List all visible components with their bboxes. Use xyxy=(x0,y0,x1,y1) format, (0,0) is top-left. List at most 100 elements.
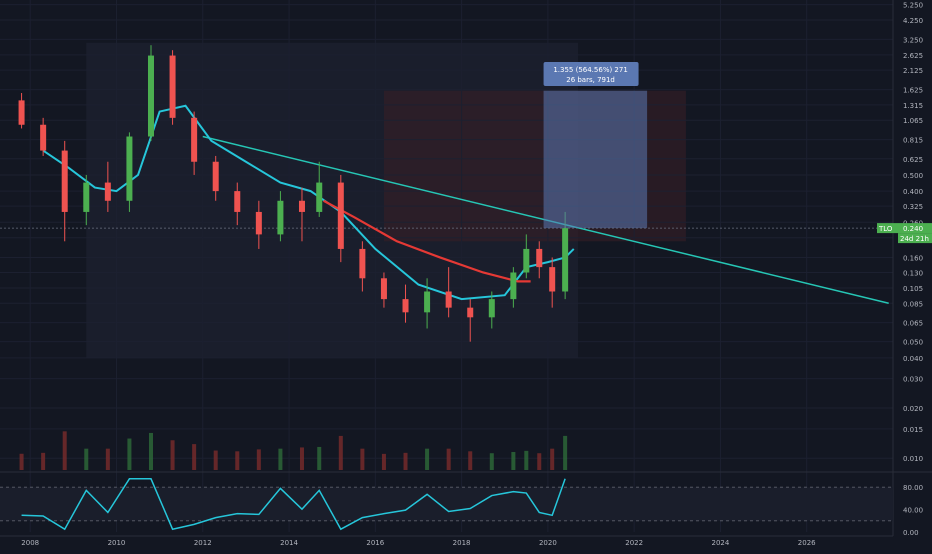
time-tick-label: 2012 xyxy=(194,539,212,547)
volume-bar xyxy=(256,449,261,470)
candle-body xyxy=(255,211,262,235)
price-tick-label: 0.015 xyxy=(903,426,923,434)
volume-bar xyxy=(235,451,240,470)
price-tick-label: 0.325 xyxy=(903,203,923,211)
oscillator-tick-label: 0.00 xyxy=(903,529,919,537)
candle-body xyxy=(380,278,387,300)
price-tick-label: 0.050 xyxy=(903,339,923,347)
price-tick-label: 0.085 xyxy=(903,300,923,308)
price-tick-label: 1.315 xyxy=(903,102,923,110)
volume-bar xyxy=(511,452,516,470)
candle-body xyxy=(147,55,154,137)
candle-body xyxy=(104,182,111,201)
candle-body xyxy=(40,124,47,151)
candle-body xyxy=(126,136,133,201)
volume-bar xyxy=(468,451,473,470)
volume-bar xyxy=(105,448,110,470)
candle-body xyxy=(234,191,241,212)
volume-bar xyxy=(299,447,304,470)
candle-body xyxy=(562,228,569,292)
candle-body xyxy=(169,55,176,118)
volume-bar xyxy=(170,440,175,470)
price-tick-label: 0.030 xyxy=(903,376,923,384)
chart-svg: 5.250 4.250 3.250 2.625 2.125 1.625 1.315 1.065… xyxy=(0,0,932,547)
volume xyxy=(19,431,568,470)
measure-label-line2: 26 bars, 791d xyxy=(566,76,615,84)
candle-body xyxy=(277,200,284,235)
volume-bar xyxy=(550,448,555,470)
volume-bar xyxy=(62,431,67,470)
volume-bar xyxy=(148,432,153,470)
time-tick-label: 2018 xyxy=(453,539,471,547)
time-tick-label: 2024 xyxy=(712,539,730,547)
candle-body xyxy=(298,200,305,212)
candle-body xyxy=(191,117,198,162)
measure-label-line1: 1.355 (564.56%) 271 xyxy=(553,66,627,74)
candle-body xyxy=(536,248,543,268)
candle-body xyxy=(467,307,474,318)
price-tick-label: 0.020 xyxy=(903,405,923,413)
volume-bar xyxy=(524,450,529,470)
volume-bar xyxy=(213,450,218,470)
price-tick-label: 0.160 xyxy=(903,254,923,262)
volume-bar xyxy=(489,453,494,470)
price-tick-label: 0.625 xyxy=(903,156,923,164)
candle-body xyxy=(549,267,556,292)
candle-body xyxy=(510,272,517,300)
volume-bar xyxy=(127,438,132,470)
price-tick-label: 3.250 xyxy=(903,36,923,44)
candle-body xyxy=(61,150,68,212)
candle-body xyxy=(445,291,452,308)
volume-bar xyxy=(19,453,24,470)
candle-body xyxy=(402,299,409,313)
price-tick-label: 0.010 xyxy=(903,455,923,463)
volume-bar xyxy=(360,448,365,470)
volume-bar xyxy=(338,435,343,470)
price-tick-label: 5.250 xyxy=(903,2,923,10)
price-tick-label: 0.105 xyxy=(903,285,923,293)
price-tick-label: 1.065 xyxy=(903,117,923,125)
oscillator-tick-label: 80.00 xyxy=(903,484,923,492)
price-tick-label: 0.065 xyxy=(903,320,923,328)
last-price-value: 0.240 xyxy=(903,225,923,233)
volume-bar xyxy=(381,453,386,470)
last-price-symbol: TLO xyxy=(878,225,893,233)
candle-body xyxy=(523,248,530,273)
price-tick-label: 2.125 xyxy=(903,67,923,75)
candle-body xyxy=(424,291,431,313)
price-tick-label: 0.130 xyxy=(903,269,923,277)
volume-bar xyxy=(563,435,568,470)
price-tick-label: 0.040 xyxy=(903,355,923,363)
candle-body xyxy=(488,299,495,318)
candle-body xyxy=(18,100,25,125)
price-tick-label: 1.625 xyxy=(903,87,923,95)
price-tick-label: 0.400 xyxy=(903,188,923,196)
measure-range-box xyxy=(543,90,648,229)
time-tick-label: 2022 xyxy=(625,539,643,547)
volume-bar xyxy=(192,444,197,470)
candle-body xyxy=(337,182,344,249)
oscillator-band xyxy=(0,487,893,521)
time-tick-label: 2016 xyxy=(366,539,384,547)
candle-body xyxy=(359,248,366,279)
time-tick-label: 2014 xyxy=(280,539,298,547)
oscillator-tick-label: 40.00 xyxy=(903,507,923,515)
candle-body xyxy=(212,161,219,192)
price-tick-label: 4.250 xyxy=(903,17,923,25)
countdown-label: 24d 21h xyxy=(900,235,929,243)
price-tick-label: 0.500 xyxy=(903,172,923,180)
volume-bar xyxy=(317,446,322,470)
candle-body xyxy=(316,182,323,212)
time-tick-label: 2010 xyxy=(108,539,126,547)
chart[interactable]: 5.250 4.250 3.250 2.625 2.125 1.625 1.315 1.065… xyxy=(0,0,932,550)
volume-bar xyxy=(84,448,89,470)
volume-bar xyxy=(537,453,542,470)
price-tick-label: 0.815 xyxy=(903,137,923,145)
candle-body xyxy=(83,182,90,212)
volume-bar xyxy=(425,448,430,470)
volume-bar xyxy=(446,448,451,470)
volume-bar xyxy=(41,452,46,470)
time-tick-label: 2026 xyxy=(798,539,816,547)
price-tick-label: 2.625 xyxy=(903,52,923,60)
volume-bar xyxy=(278,448,283,470)
